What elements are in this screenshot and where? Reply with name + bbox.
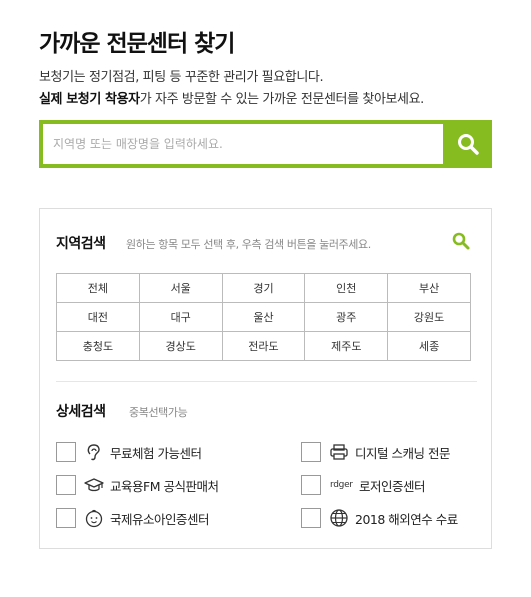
intro-line-1: 보청기는 정기점검, 피팅 등 꾸준한 관리가 필요합니다. — [39, 70, 324, 85]
option-label: 무료체험 가능센터 — [110, 445, 202, 461]
region-cell[interactable]: 경기 — [221, 273, 306, 303]
roger-logo-icon: rdger — [329, 475, 353, 495]
child-face-icon — [84, 508, 104, 528]
search-icon — [452, 232, 470, 250]
intro-text: 보청기는 정기점검, 피팅 등 꾸준한 관리가 필요합니다. 실제 보청기 착용… — [39, 67, 424, 111]
region-cell[interactable]: 충청도 — [56, 331, 140, 361]
region-search-desc: 원하는 항목 모두 선택 후, 우측 검색 버튼을 눌러주세요. — [126, 238, 371, 251]
option-overseas-training[interactable]: 2018 해외연수 수료 — [301, 507, 458, 529]
search-input[interactable] — [43, 124, 443, 164]
region-cell[interactable]: 경상도 — [138, 331, 223, 361]
option-checkbox[interactable] — [301, 475, 321, 495]
option-roger-center[interactable]: rdger 로저인증센터 — [301, 474, 426, 496]
region-row: 전체 서울 경기 인천 부산 — [56, 273, 471, 303]
search-button[interactable] — [444, 120, 492, 168]
region-cell[interactable]: 인천 — [304, 273, 389, 303]
page-title: 가까운 전문센터 찾기 — [39, 31, 235, 57]
option-free-trial[interactable]: 무료체험 가능센터 — [56, 441, 202, 463]
globe-icon — [329, 508, 349, 528]
region-search-button[interactable] — [451, 231, 471, 251]
region-cell[interactable]: 강원도 — [387, 302, 471, 332]
option-fm-seller[interactable]: 교육용FM 공식판매처 — [56, 474, 219, 496]
ear-icon — [84, 442, 104, 462]
option-label: 2018 해외연수 수료 — [355, 511, 458, 527]
region-grid: 전체 서울 경기 인천 부산 대전 대구 울산 광주 강원도 충청도 경상도 전… — [56, 273, 471, 361]
intro-line-2-rest: 가 자주 방문할 수 있는 가까운 전문센터를 찾아보세요. — [139, 92, 425, 107]
filter-panel: 지역검색 원하는 항목 모두 선택 후, 우측 검색 버튼을 눌러주세요. 전체… — [39, 208, 492, 549]
option-checkbox[interactable] — [56, 475, 76, 495]
printer-icon — [329, 442, 349, 462]
store-finder-page: 가까운 전문센터 찾기 보청기는 정기점검, 피팅 등 꾸준한 관리가 필요합니… — [0, 0, 531, 597]
option-pediatric-center[interactable]: 국제유소아인증센터 — [56, 507, 210, 529]
option-checkbox[interactable] — [301, 442, 321, 462]
region-cell[interactable]: 대전 — [56, 302, 140, 332]
option-checkbox[interactable] — [301, 508, 321, 528]
section-divider — [56, 381, 477, 382]
option-label: 로저인증센터 — [359, 478, 426, 494]
region-row: 충청도 경상도 전라도 제주도 세종 — [56, 331, 471, 361]
region-search-title: 지역검색 — [56, 236, 106, 252]
detail-search-desc: 중복선택가능 — [129, 406, 188, 419]
option-label: 국제유소아인증센터 — [110, 511, 210, 527]
option-label: 교육용FM 공식판매처 — [110, 478, 219, 494]
region-cell[interactable]: 부산 — [387, 273, 471, 303]
region-cell[interactable]: 제주도 — [304, 331, 389, 361]
roger-logo-text: rdger — [330, 480, 353, 490]
option-label: 디지털 스캐닝 전문 — [355, 445, 450, 461]
graduation-cap-icon — [84, 475, 104, 495]
region-cell[interactable]: 울산 — [221, 302, 306, 332]
region-cell[interactable]: 광주 — [304, 302, 389, 332]
region-cell[interactable]: 전체 — [56, 273, 140, 303]
region-cell[interactable]: 대구 — [138, 302, 223, 332]
detail-search-title: 상세검색 — [56, 404, 106, 420]
region-cell[interactable]: 세종 — [387, 331, 471, 361]
option-digital-scanning[interactable]: 디지털 스캐닝 전문 — [301, 441, 450, 463]
search-icon — [458, 134, 479, 155]
region-cell[interactable]: 서울 — [138, 273, 223, 303]
region-cell[interactable]: 전라도 — [221, 331, 306, 361]
intro-line-2: 실제 보청기 착용자가 자주 방문할 수 있는 가까운 전문센터를 찾아보세요. — [39, 89, 424, 111]
region-row: 대전 대구 울산 광주 강원도 — [56, 302, 471, 332]
option-checkbox[interactable] — [56, 442, 76, 462]
option-checkbox[interactable] — [56, 508, 76, 528]
intro-highlight: 실제 보청기 착용자 — [39, 92, 140, 107]
search-bar — [39, 120, 492, 168]
